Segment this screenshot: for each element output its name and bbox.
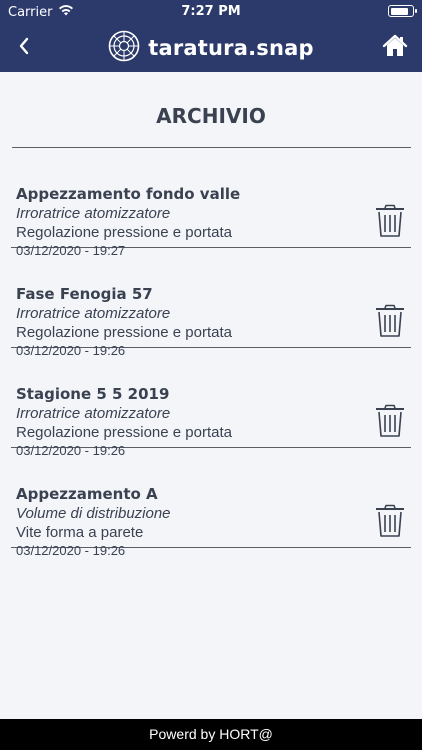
trash-icon	[374, 404, 406, 443]
item-machine: Irroratrice atomizzatore	[16, 305, 171, 322]
battery-level	[390, 7, 409, 15]
page-title: ARCHIVIO	[156, 104, 266, 128]
list-item[interactable]: Stagione 5 5 2019 Irroratrice atomizzato…	[11, 348, 411, 458]
item-procedure: Regolazione pressione e portata	[16, 324, 232, 341]
archive-list: Appezzamento fondo valle Irroratrice ato…	[0, 148, 422, 558]
item-name: Appezzamento fondo valle	[16, 185, 241, 203]
status-bar: Carrier 7:27 PM	[0, 0, 422, 24]
item-machine: Irroratrice atomizzatore	[16, 405, 171, 422]
delete-button[interactable]	[373, 404, 407, 443]
item-date: 03/12/2020 - 19:26	[16, 543, 126, 558]
footer: Powerd by HORT@	[0, 719, 422, 750]
trash-icon	[374, 304, 406, 343]
brand-title: taratura.snap	[148, 36, 314, 60]
item-machine: Volume di distribuzione	[16, 505, 171, 522]
logo-icon	[108, 30, 140, 67]
footer-credit: Powerd by HORT@	[149, 726, 273, 742]
item-procedure: Vite forma a parete	[16, 524, 144, 541]
battery-icon	[388, 5, 417, 17]
list-item-texts: Appezzamento A Volume di distribuzione V…	[16, 484, 351, 559]
item-machine: Irroratrice atomizzatore	[16, 205, 171, 222]
app-brand: taratura.snap	[0, 30, 422, 66]
home-icon	[382, 34, 408, 63]
item-name: Appezzamento A	[16, 485, 158, 503]
list-item[interactable]: Fase Fenogia 57 Irroratrice atomizzatore…	[11, 248, 411, 358]
nav-bar: taratura.snap	[0, 24, 422, 72]
delete-button[interactable]	[373, 204, 407, 243]
delete-button[interactable]	[373, 504, 407, 543]
status-time: 7:27 PM	[181, 4, 241, 19]
item-name: Fase Fenogia 57	[16, 285, 153, 303]
trash-icon	[374, 204, 406, 243]
trash-icon	[374, 504, 406, 543]
delete-button[interactable]	[373, 304, 407, 343]
item-name: Stagione 5 5 2019	[16, 385, 170, 403]
home-button[interactable]	[380, 33, 410, 63]
item-procedure: Regolazione pressione e portata	[16, 424, 232, 441]
list-item[interactable]: Appezzamento A Volume di distribuzione V…	[11, 448, 411, 558]
item-procedure: Regolazione pressione e portata	[16, 224, 232, 241]
list-item[interactable]: Appezzamento fondo valle Irroratrice ato…	[11, 148, 411, 258]
